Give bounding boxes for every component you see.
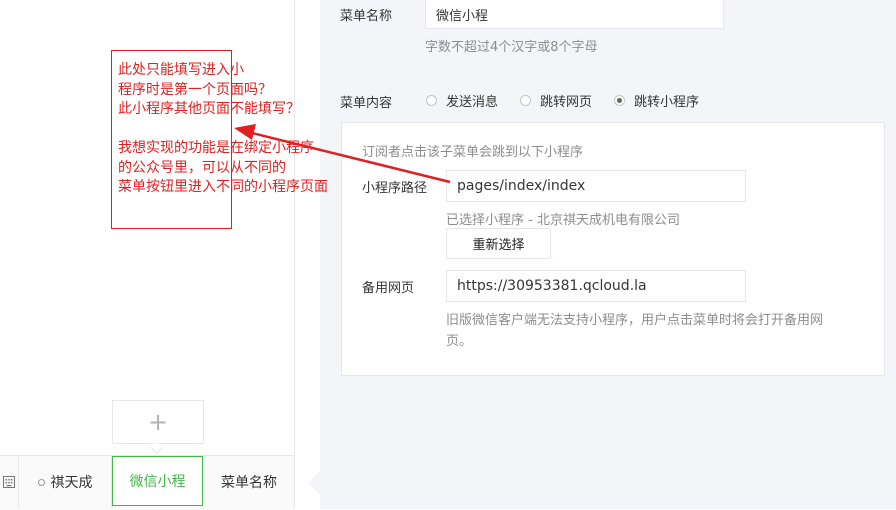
annotation-arrow [234,124,451,184]
